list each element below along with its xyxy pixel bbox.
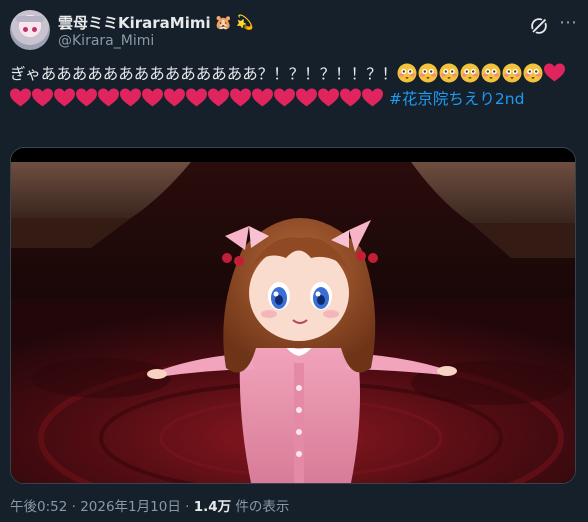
tweet-header: 雲母ミミKiraraMimi 🐹 💫 @Kirara_Mimi ⋯	[10, 8, 578, 54]
media-image	[11, 148, 575, 483]
avatar-hairband	[16, 16, 44, 22]
avatar[interactable]	[10, 10, 50, 50]
avatar-eye-left	[23, 27, 28, 32]
meta-separator: ·	[180, 499, 194, 515]
red-heart-icon	[230, 88, 251, 107]
red-heart-icon	[362, 88, 383, 107]
author-display-name[interactable]: 雲母ミミKiraraMimi	[58, 12, 211, 33]
dizzy-emoji-icon: 💫	[236, 14, 254, 31]
red-heart-icon	[318, 88, 339, 107]
red-heart-icon	[186, 88, 207, 107]
red-heart-icon	[98, 88, 119, 107]
red-heart-icon	[120, 88, 141, 107]
red-heart-icon	[32, 88, 53, 107]
flushed-face-icon	[460, 63, 480, 83]
red-heart-icon	[164, 88, 185, 107]
tweet-media[interactable]	[10, 147, 576, 484]
author-handle[interactable]: @Kirara_Mimi	[58, 33, 154, 49]
red-heart-icon	[274, 88, 295, 107]
red-heart-icon	[544, 63, 566, 82]
hashtag-link[interactable]: #花京院ちえり2nd	[389, 90, 525, 108]
tweet-meta: 午後0:52 · 2026年1月10日 · 1.4万 件の表示	[10, 495, 289, 515]
red-heart-icon	[208, 88, 229, 107]
red-heart-icon	[76, 88, 97, 107]
flushed-face-icon	[481, 63, 501, 83]
avatar-eye-right	[32, 27, 37, 32]
flushed-face-icon	[418, 63, 438, 83]
flushed-face-emojis	[397, 63, 544, 83]
grok-icon[interactable]	[528, 15, 550, 37]
flushed-face-icon	[523, 63, 543, 83]
tweet-body-text: ぎゃああああああああああああああ？！？！？！！？！	[10, 65, 398, 83]
flushed-face-icon	[502, 63, 522, 83]
red-heart-icon	[296, 88, 317, 107]
flushed-face-icon	[397, 63, 417, 83]
red-heart-icon	[54, 88, 75, 107]
timestamp[interactable]: 午後0:52 · 2026年1月10日	[10, 499, 181, 515]
red-heart-icon	[10, 88, 31, 107]
red-heart-icon	[252, 88, 273, 107]
author-name-row[interactable]: 雲母ミミKiraraMimi 🐹 💫	[58, 12, 254, 33]
flushed-face-icon	[439, 63, 459, 83]
more-icon[interactable]: ⋯	[558, 13, 578, 33]
tweet-text: ぎゃああああああああああああああ？！？！？！！？！ #花京院ちえり2nd	[10, 62, 575, 112]
views-label: 件の表示	[231, 499, 290, 515]
red-heart-icon	[340, 88, 361, 107]
hamster-emoji-icon: 🐹	[214, 14, 233, 31]
views-count: 1.4万	[193, 499, 232, 515]
red-heart-icon	[142, 88, 163, 107]
